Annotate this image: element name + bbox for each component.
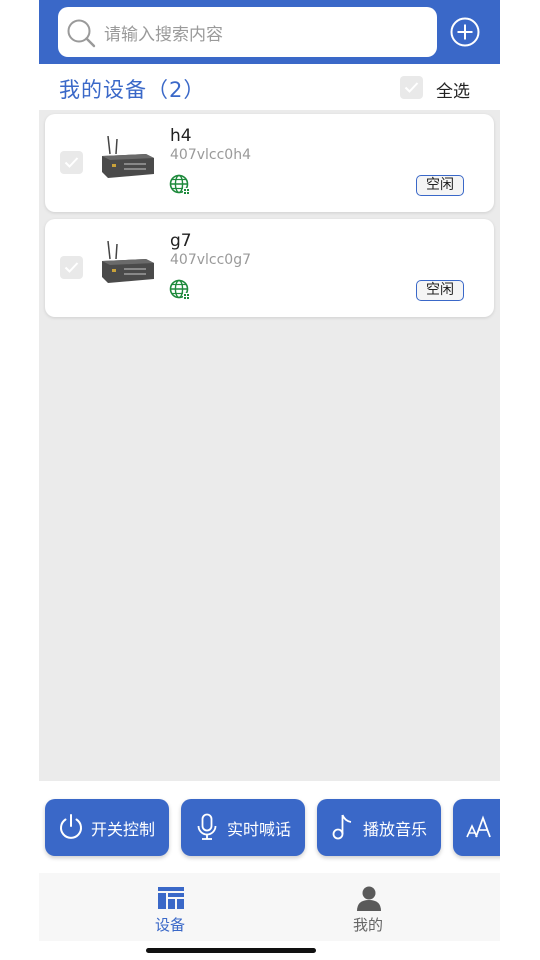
device-thumbnail xyxy=(102,136,154,178)
bottom-tab-bar: 设备 我的 xyxy=(39,873,500,941)
app-screen: 请输入搜索内容 我的设备（2） 全选 h4 407vlcc0h4 空闲 g7 4… xyxy=(39,0,500,960)
status-badge: 空闲 xyxy=(416,175,464,196)
device-name: g7 xyxy=(170,231,192,251)
search-input[interactable]: 请输入搜索内容 xyxy=(58,7,437,57)
device-id: 407vlcc0h4 xyxy=(170,147,251,163)
tab-devices[interactable]: 设备 xyxy=(110,873,230,941)
checkmark-icon xyxy=(404,82,419,93)
device-name: h4 xyxy=(170,126,192,146)
globe-online-icon xyxy=(169,174,191,196)
tab-label: 我的 xyxy=(352,916,383,934)
font-size-icon xyxy=(466,815,491,838)
search-placeholder: 请输入搜索内容 xyxy=(104,25,223,45)
power-control-button[interactable]: 开关控制 xyxy=(45,799,169,856)
device-checkbox[interactable] xyxy=(60,256,83,279)
device-list-header: 我的设备（2） 全选 xyxy=(39,64,500,110)
live-broadcast-button[interactable]: 实时喊话 xyxy=(181,799,305,856)
search-icon xyxy=(67,19,96,48)
select-all-toggle[interactable]: 全选 xyxy=(399,75,499,102)
device-id: 407vlcc0g7 xyxy=(170,252,251,268)
devices-grid-icon xyxy=(158,887,184,909)
globe-online-icon xyxy=(169,279,191,301)
device-list: h4 407vlcc0h4 空闲 g7 407vlcc0g7 空闲 xyxy=(39,110,500,781)
device-checkbox[interactable] xyxy=(60,151,83,174)
person-icon xyxy=(357,886,381,911)
action-bar: 开关控制 实时喊话 播放音乐 xyxy=(39,781,500,873)
power-icon xyxy=(60,814,82,839)
action-label: 实时喊话 xyxy=(227,820,292,839)
tab-label: 设备 xyxy=(154,916,185,934)
action-label: 播放音乐 xyxy=(363,820,428,839)
device-card[interactable]: h4 407vlcc0h4 空闲 xyxy=(45,114,494,212)
select-all-label: 全选 xyxy=(436,82,470,102)
checkmark-icon xyxy=(64,262,79,273)
home-indicator xyxy=(146,948,316,953)
device-thumbnail xyxy=(102,241,154,283)
plus-circle-icon xyxy=(450,17,480,47)
play-music-button[interactable]: 播放音乐 xyxy=(317,799,441,856)
microphone-icon xyxy=(197,813,217,840)
device-card[interactable]: g7 407vlcc0g7 空闲 xyxy=(45,219,494,317)
select-all-checkbox[interactable] xyxy=(400,76,423,99)
font-size-button[interactable] xyxy=(453,799,500,856)
page-title: 我的设备（2） xyxy=(59,78,206,102)
music-note-icon xyxy=(332,814,352,840)
action-label: 开关控制 xyxy=(91,820,156,839)
checkmark-icon xyxy=(64,157,79,168)
add-device-button[interactable] xyxy=(449,16,481,48)
tab-profile[interactable]: 我的 xyxy=(308,873,428,941)
status-badge: 空闲 xyxy=(416,280,464,301)
top-header: 请输入搜索内容 xyxy=(39,0,500,64)
